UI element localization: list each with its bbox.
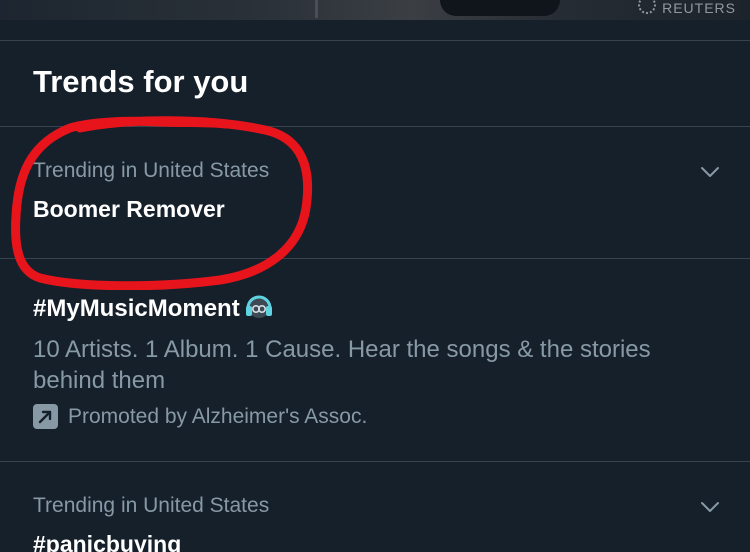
headphones-emoji-icon (245, 295, 272, 318)
trend-name: #MyMusicMoment (33, 295, 240, 322)
photo-detail (440, 0, 560, 16)
promo-description: 10 Artists. 1 Album. 1 Cause. Hear the s… (33, 336, 651, 394)
photo-detail (315, 0, 318, 18)
chevron-down-icon[interactable] (700, 162, 720, 182)
trend-context: Trending in United States (33, 494, 270, 517)
photo-credit: REUTERS (638, 0, 736, 16)
trend-item[interactable]: Trending in United States Boomer Remover (0, 158, 750, 224)
chevron-down-icon[interactable] (700, 497, 720, 517)
trend-name: #panicbuying (33, 531, 182, 552)
news-photo-strip[interactable]: REUTERS (0, 0, 750, 20)
trend-name-row: #MyMusicMoment (33, 290, 750, 324)
trend-item[interactable]: Trending in United States #panicbuying (0, 493, 750, 552)
divider (0, 40, 750, 41)
promoted-arrow-icon (33, 404, 58, 429)
promoted-trend-item[interactable]: #MyMusicMoment 10 Artists. 1 Album. 1 Ca… (0, 290, 750, 429)
divider (0, 126, 750, 127)
promoted-by-text: Promoted by Alzheimer's Assoc. (68, 404, 368, 428)
trend-name: Boomer Remover (33, 196, 225, 222)
photo-credit-text: REUTERS (662, 0, 736, 16)
reuters-logo-icon (638, 0, 657, 14)
promoted-label[interactable]: Promoted by Alzheimer's Assoc. (33, 404, 750, 429)
trend-context: Trending in United States (33, 159, 270, 182)
divider (0, 461, 750, 462)
divider (0, 258, 750, 259)
section-title: Trends for you (33, 64, 249, 99)
trends-panel: REUTERS Trends for you Trending in Unite… (0, 0, 750, 552)
